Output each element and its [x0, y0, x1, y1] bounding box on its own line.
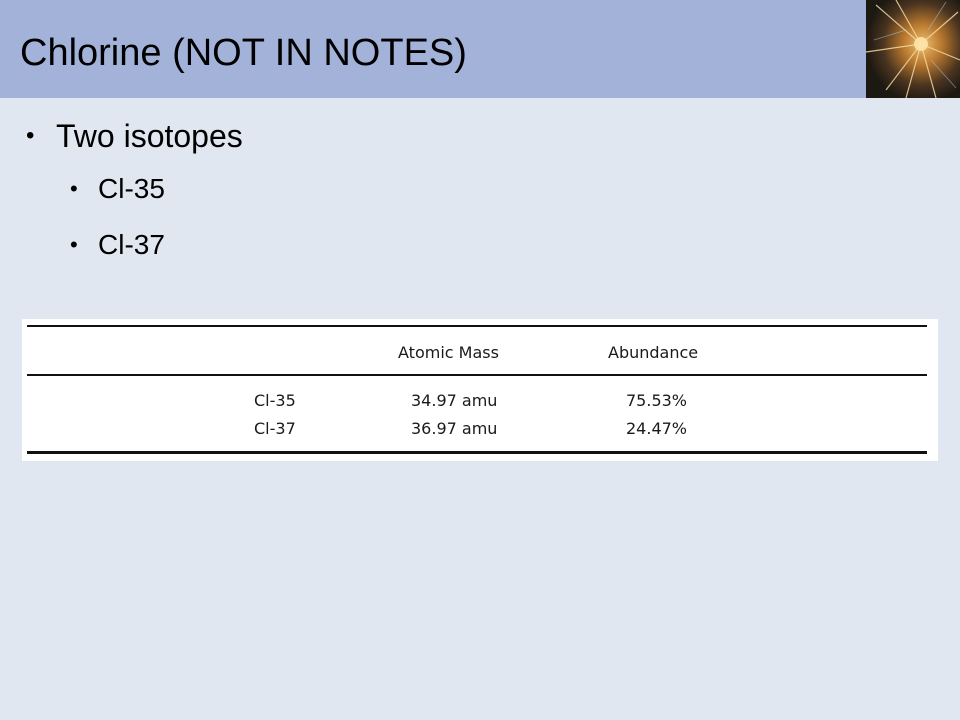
bullet-two-isotopes: • Two isotopes	[26, 116, 243, 156]
title-bar: Chlorine (NOT IN NOTES)	[0, 0, 866, 98]
bullet-text: Cl-35	[98, 173, 165, 204]
bullet-cl-35: • Cl-35	[70, 171, 165, 207]
slide-title: Chlorine (NOT IN NOTES)	[20, 32, 467, 74]
cell-abundance: 75.53%	[626, 391, 688, 410]
bullet-dot: •	[70, 176, 78, 201]
crystal-photo-image	[866, 0, 960, 98]
cell-atomic-mass: 34.97 amu	[411, 391, 498, 410]
header-atomic-mass: Atomic Mass	[398, 343, 499, 362]
header-abundance: Abundance	[608, 343, 699, 362]
bullet-dot: •	[70, 232, 78, 257]
cell-abundance: 24.47%	[626, 419, 688, 438]
bullet-text: Two isotopes	[56, 118, 243, 154]
cell-isotope: Cl-35	[254, 391, 296, 410]
bullet-dot: •	[26, 122, 35, 149]
bullet-cl-37: • Cl-37	[70, 227, 165, 263]
table-header-rule	[27, 374, 927, 376]
cell-atomic-mass: 36.97 amu	[411, 419, 498, 438]
isotope-table: Atomic Mass Abundance Cl-35 34.97 amu 75…	[22, 319, 938, 461]
table-top-rule	[27, 325, 927, 327]
cell-isotope: Cl-37	[254, 419, 296, 438]
table-bottom-rule	[27, 451, 927, 454]
bullet-text: Cl-37	[98, 229, 165, 260]
